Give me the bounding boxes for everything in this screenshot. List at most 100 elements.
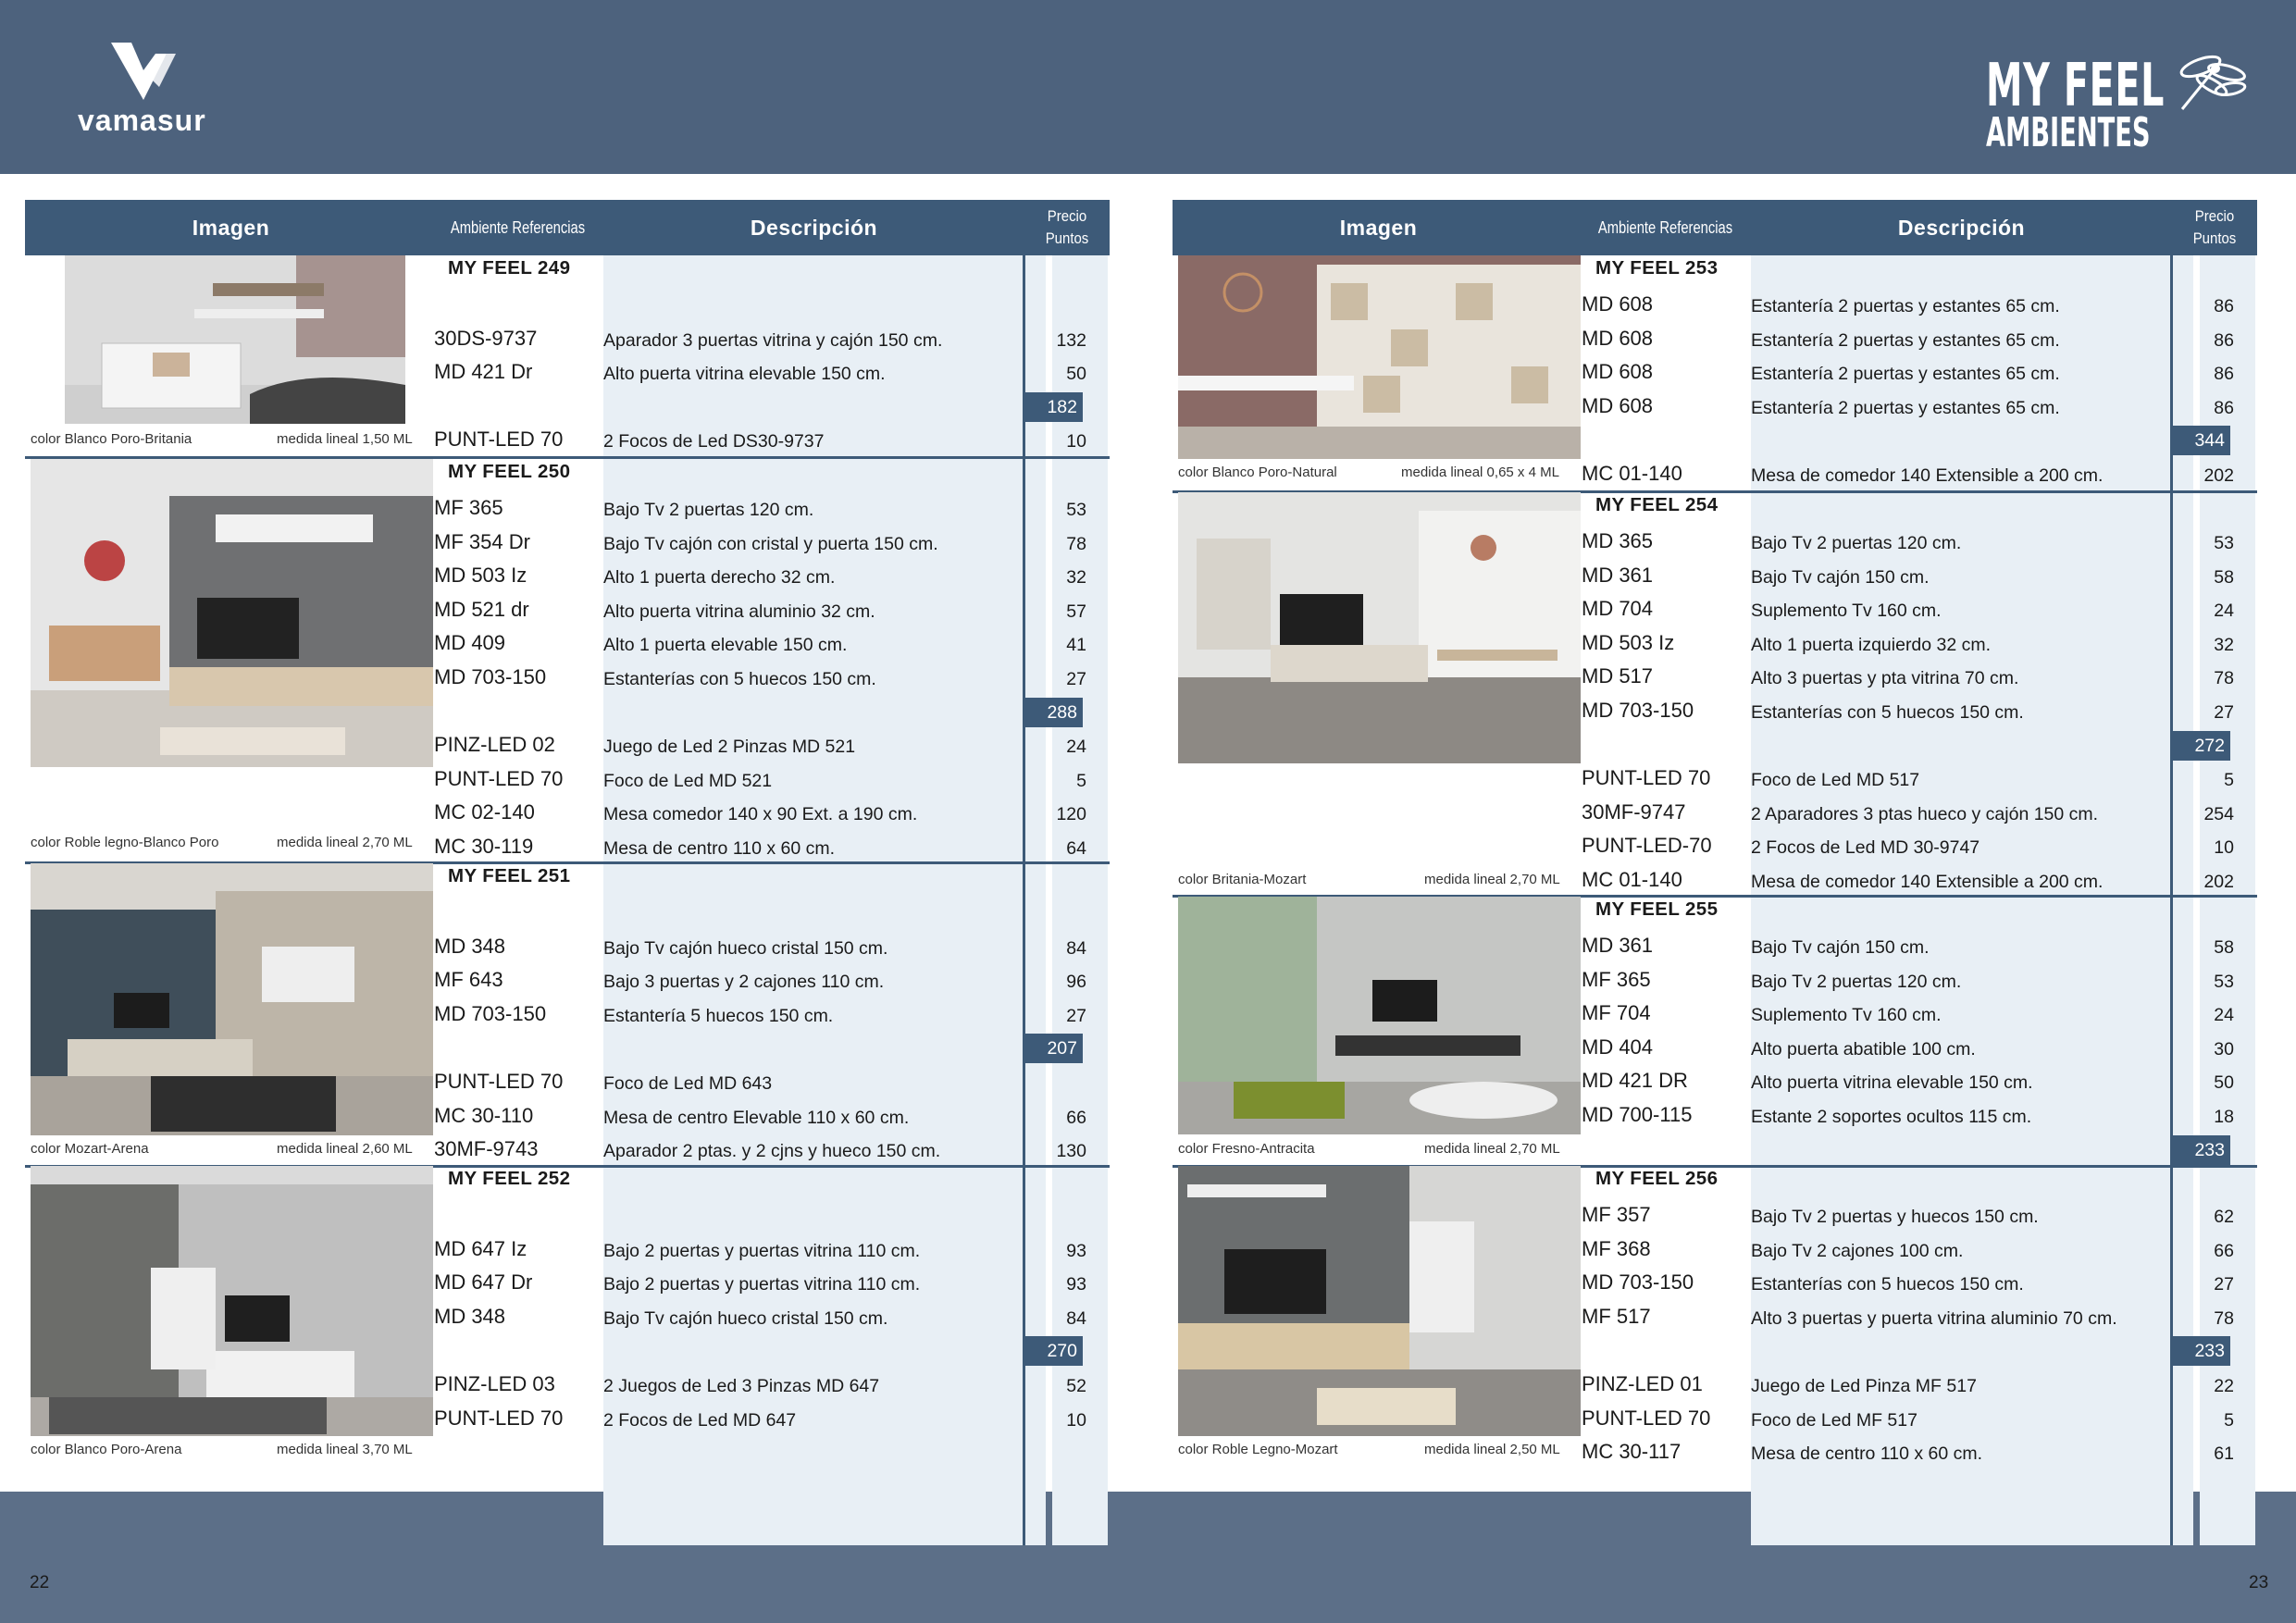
reference-code: MD 608 <box>1582 292 1654 316</box>
reference-code: MC 30-110 <box>434 1103 534 1127</box>
item-description: Estanterías con 5 huecos 150 cm. <box>603 669 876 689</box>
reference-code: PINZ-LED 01 <box>1582 1372 1703 1395</box>
price-points: 66 <box>2214 1240 2234 1261</box>
item-description: Bajo Tv cajón hueco cristal 150 cm. <box>603 937 888 959</box>
price-points: 58 <box>2214 937 2234 958</box>
table-row: MF 517 Alto 3 puertas y puerta vitrina al… <box>1173 1301 2257 1334</box>
group-title: MY FEEL 249 <box>448 257 571 279</box>
group-my-feel-254: color Britania-Mozart medida lineal 2,70… <box>1173 492 2257 898</box>
item-description: Estanterías con 5 huecos 150 cm. <box>1751 702 2024 723</box>
reference-code: MD 503 Iz <box>1582 630 1675 654</box>
table-row: PINZ-LED 01 Juego de Led Pinza MF 517 22 <box>1173 1369 2257 1402</box>
item-description: Mesa comedor 140 x 90 Ext. a 190 cm. <box>603 804 918 825</box>
price-points: 66 <box>1066 1107 1086 1128</box>
table-row: 272 <box>1173 729 2257 762</box>
reference-code: MD 421 DR <box>1582 1069 1688 1093</box>
table-row: 233 <box>1173 1334 2257 1368</box>
table-row: MC 30-117 Mesa de centro 110 x 60 cm. 61 <box>1173 1436 2257 1469</box>
table-row: PUNT-LED 70 Foco de Led MD 643 <box>25 1066 1110 1099</box>
price-points: 61 <box>2214 1443 2234 1465</box>
price-points: 53 <box>1066 500 1086 520</box>
price-points: 78 <box>2214 668 2234 689</box>
price-points: 86 <box>2214 296 2234 316</box>
group-my-feel-251: color Mozart-Arena medida lineal 2,60 ML… <box>25 863 1110 1168</box>
table-row: MC 30-119 Mesa de centro 110 x 60 cm. 64 <box>25 831 1110 864</box>
dragonfly-icon <box>2179 55 2247 110</box>
reference-code: MD 365 <box>1582 529 1654 552</box>
item-description: Bajo Tv cajón 150 cm. <box>1751 566 1930 588</box>
color-caption: color Blanco Poro-Arena <box>31 1442 182 1457</box>
table-row: MD 361 Bajo Tv cajón 150 cm. 58 <box>1173 930 2257 963</box>
price-points: 53 <box>2214 971 2234 992</box>
subtotal-badge: 270 <box>1025 1336 1083 1367</box>
table-row: 30DS-9737 Aparador 3 puertas vitrina y ca… <box>25 323 1110 356</box>
table-row: MD 421 Dr Alto puerta vitrina elevable 15… <box>25 356 1110 390</box>
item-description: Bajo Tv 2 puertas 120 cm. <box>1751 533 1962 553</box>
table-row: PUNT-LED-70 2 Focos de Led MD 30-9747 10 <box>1173 830 2257 863</box>
table-row: MD 704 Suplemento Tv 160 cm. 24 <box>1173 593 2257 626</box>
item-description: Alto 1 puerta derecho 32 cm. <box>603 567 836 588</box>
table-row: MD 409 Alto 1 puerta elevable 150 cm. 41 <box>25 627 1110 661</box>
item-description: 2 Juegos de Led 3 Pinzas MD 647 <box>603 1376 880 1396</box>
table-row: MF 704 Suplemento Tv 160 cm. 24 <box>1173 997 2257 1031</box>
item-description: Juego de Led Pinza MF 517 <box>1751 1376 1977 1396</box>
price-points: 24 <box>1066 737 1086 758</box>
table-row: MC 02-140 Mesa comedor 140 x 90 Ext. a 19… <box>25 797 1110 830</box>
table-row: MD 647 Iz Bajo 2 puertas y puertas vitrin… <box>25 1233 1110 1267</box>
price-points: 27 <box>2214 1274 2234 1295</box>
catalog-table-left: Imagen Ambiente Referencias Descripción … <box>25 200 1110 1545</box>
reference-code: PINZ-LED 03 <box>434 1372 555 1395</box>
item-description: Estantería 2 puertas y estantes 65 cm. <box>1751 397 2060 418</box>
table-row: MF 643 Bajo 3 puertas y 2 cajones 110 cm.… <box>25 964 1110 997</box>
table-row: PUNT-LED 70 Foco de Led MF 517 5 <box>1173 1403 2257 1436</box>
table-row: MD 703-150 Estanterías con 5 huecos 150 c… <box>1173 1267 2257 1300</box>
price-points: 24 <box>2214 1005 2234 1026</box>
group-my-feel-255: color Fresno-Antracita medida lineal 2,7… <box>1173 897 2257 1168</box>
table-row: 288 <box>25 696 1110 729</box>
header-precio: Precio Puntos <box>1030 200 1105 255</box>
price-points: 53 <box>2214 533 2234 553</box>
group-title: MY FEEL 256 <box>1595 1168 1719 1189</box>
price-points: 86 <box>2214 364 2234 385</box>
reference-code: PUNT-LED 70 <box>1582 766 1711 790</box>
item-description: Mesa de centro 110 x 60 cm. <box>603 838 836 859</box>
reference-code: MD 409 <box>434 631 506 655</box>
subtotal-badge: 344 <box>2173 426 2230 456</box>
price-points: 27 <box>2214 702 2234 723</box>
item-description: Suplemento Tv 160 cm. <box>1751 1005 1942 1026</box>
price-points: 22 <box>2214 1376 2234 1396</box>
reference-code: MD 521 dr <box>434 597 529 621</box>
page-number-right: 23 <box>2249 1573 2269 1592</box>
vamasur-wordmark: vamasur <box>78 104 206 137</box>
item-description: Suplemento Tv 160 cm. <box>1751 601 1942 622</box>
item-description: Foco de Led MD 521 <box>603 770 773 791</box>
price-points: 130 <box>1056 1141 1086 1162</box>
price-points: 93 <box>1066 1240 1086 1261</box>
item-description: Alto 3 puertas y puerta vitrina aluminio… <box>1751 1307 2117 1329</box>
table-row: MD 703-150 Estanterías con 5 huecos 150 c… <box>25 662 1110 695</box>
item-description: Bajo Tv 2 puertas 120 cm. <box>1751 971 1962 992</box>
price-points: 86 <box>2214 397 2234 418</box>
table-row: MF 354 Dr Bajo Tv cajón con cristal y pue… <box>25 527 1110 560</box>
price-points: 24 <box>2214 601 2234 622</box>
reference-code: 30MF-9747 <box>1582 799 1686 824</box>
header-precio-line2: Puntos <box>2192 229 2237 247</box>
reference-code: MF 517 <box>1582 1304 1651 1328</box>
price-points: 27 <box>1066 1005 1086 1026</box>
reference-code: MC 01-140 <box>1582 868 1682 891</box>
table-row: MC 30-110 Mesa de centro Elevable 110 x 6… <box>25 1100 1110 1134</box>
table-row: 30MF-9747 2 Aparadores 3 ptas hueco y caj… <box>1173 797 2257 830</box>
reference-code: MD 608 <box>1582 326 1654 350</box>
price-points: 78 <box>1066 533 1086 554</box>
reference-code: MD 704 <box>1582 597 1654 621</box>
price-points: 50 <box>2214 1072 2234 1094</box>
item-description: Estantería 2 puertas y estantes 65 cm. <box>1751 364 2060 385</box>
table-row: MD 404 Alto puerta abatible 100 cm. 30 <box>1173 1032 2257 1065</box>
item-description: Alto 1 puerta elevable 150 cm. <box>603 635 848 656</box>
price-points: 10 <box>2214 837 2234 859</box>
item-description: Estanterías con 5 huecos 150 cm. <box>1751 1274 2024 1295</box>
reference-code: MF 368 <box>1582 1236 1651 1260</box>
group-my-feel-253: color Blanco Poro-Natural medida lineal … <box>1173 255 2257 493</box>
table-row: PUNT-LED 70 Foco de Led MD 521 5 <box>25 763 1110 797</box>
reference-code: MD 647 Iz <box>434 1236 527 1260</box>
